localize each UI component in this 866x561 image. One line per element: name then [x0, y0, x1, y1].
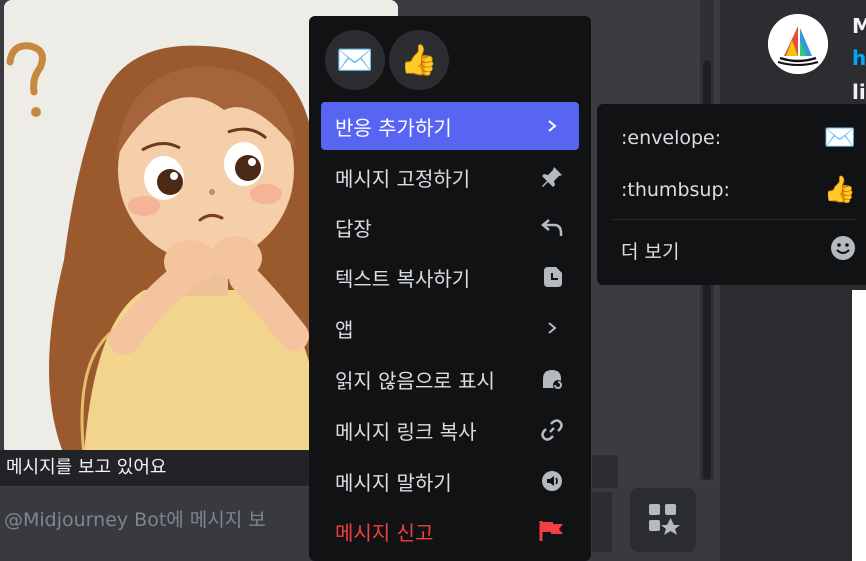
menu-item-add-reaction[interactable]: 반응 추가하기 [321, 102, 579, 150]
apps-button[interactable] [630, 488, 696, 552]
speak-icon [539, 468, 565, 494]
submenu-item-envelope[interactable]: :envelope: ✉️ [609, 116, 866, 160]
menu-item-reply[interactable]: 답장 [321, 203, 579, 251]
collapse-toggle[interactable] [592, 455, 618, 491]
quick-react-thumbsup[interactable]: 👍 [389, 30, 449, 90]
submenu-item-label: 더 보기 [621, 240, 680, 263]
member-link[interactable]: h [852, 46, 866, 70]
menu-item-label: 텍스트 복사하기 [335, 266, 471, 291]
smiley-icon [830, 235, 856, 266]
midjourney-bot-avatar[interactable] [768, 14, 828, 74]
link-icon [539, 417, 565, 443]
quick-reactions: ✉️ 👍 [325, 30, 449, 90]
submenu-item-label: :thumbsup: [621, 179, 730, 201]
chevron-right-icon [539, 113, 565, 139]
menu-item-speak-message[interactable]: 메시지 말하기 [321, 457, 579, 505]
menu-item-label: 답장 [335, 216, 372, 241]
pin-icon [539, 164, 565, 190]
menu-item-label: 반응 추가하기 [335, 115, 452, 140]
apps-icon [646, 501, 680, 539]
menu-item-label: 앱 [335, 317, 354, 342]
mark-unread-icon [539, 366, 565, 392]
chevron-right-icon [539, 315, 565, 341]
flag-icon [539, 518, 565, 544]
menu-item-label: 메시지 신고 [335, 520, 434, 545]
menu-item-label: 메시지 고정하기 [335, 166, 471, 191]
menu-item-copy-link[interactable]: 메시지 링크 복사 [321, 406, 579, 454]
message-context-menu: ✉️ 👍 반응 추가하기 메시지 고정하기 답장 텍스트 복사하기 앱 읽지 않… [309, 16, 591, 561]
menu-item-label: 읽지 않음으로 표시 [335, 368, 495, 393]
composer-placeholder: @Midjourney Bot에 메시지 보 [4, 509, 266, 531]
thumbsup-icon: 👍 [823, 175, 856, 205]
copy-icon [539, 264, 565, 290]
menu-item-copy-text[interactable]: 텍스트 복사하기 [321, 253, 579, 301]
member-text: M [852, 14, 866, 38]
envelope-icon: ✉️ [823, 123, 856, 153]
composer-gif-button[interactable] [592, 492, 612, 552]
thumbsup-icon: 👍 [400, 42, 438, 78]
submenu-item-label: :envelope: [621, 127, 722, 149]
menu-item-apps[interactable]: 앱 [321, 304, 579, 352]
menu-item-label: 메시지 말하기 [335, 470, 452, 495]
submenu-item-view-more[interactable]: 더 보기 [609, 228, 866, 272]
envelope-icon: ✉️ [336, 42, 374, 78]
member-text: li [852, 80, 866, 104]
reply-icon [539, 214, 565, 240]
quick-react-envelope[interactable]: ✉️ [325, 30, 385, 90]
embed-edge [852, 290, 866, 561]
submenu-item-thumbsup[interactable]: :thumbsup: 👍 [609, 168, 866, 212]
menu-item-label: 메시지 링크 복사 [335, 419, 477, 444]
menu-item-mark-unread[interactable]: 읽지 않음으로 표시 [321, 355, 579, 403]
submenu-divider [613, 219, 857, 220]
reaction-submenu: :envelope: ✉️ :thumbsup: 👍 더 보기 [597, 104, 866, 285]
message-caption: 메시지를 보고 있어요 [0, 450, 310, 486]
menu-item-pin-message[interactable]: 메시지 고정하기 [321, 153, 579, 201]
menu-item-report-message[interactable]: 메시지 신고 [321, 507, 579, 555]
